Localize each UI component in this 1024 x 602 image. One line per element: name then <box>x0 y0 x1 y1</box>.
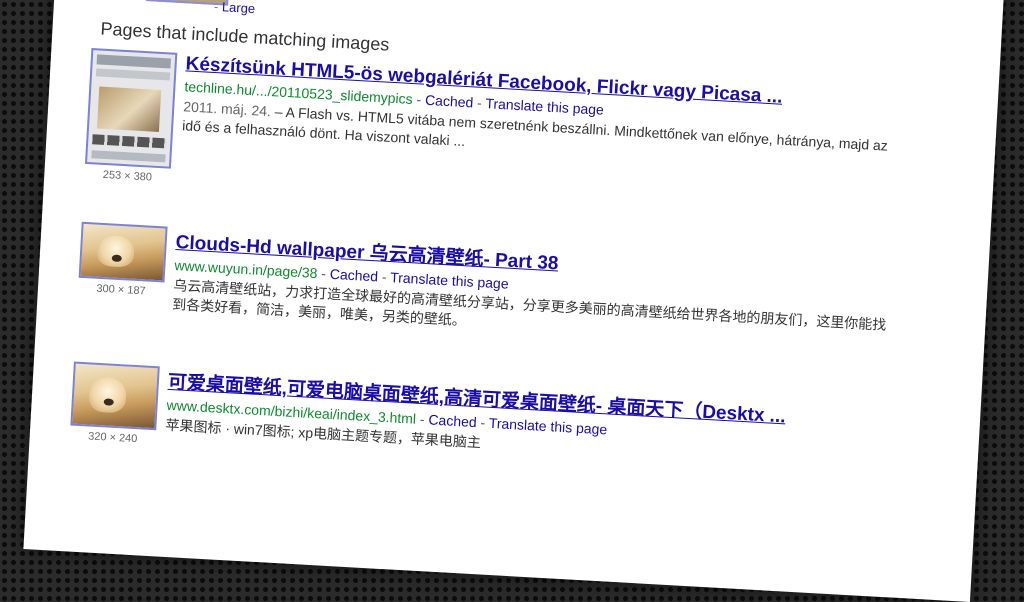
cached-link[interactable]: Cached <box>425 92 474 111</box>
result-thumbnail-box: 253 × 380 <box>84 48 178 185</box>
search-result: 300 × 187 Clouds-Hd wallpaper 乌云高清壁纸- Pa… <box>78 221 961 333</box>
cached-link[interactable]: Cached <box>428 411 477 430</box>
dog-photo-thumbnail[interactable] <box>70 361 160 431</box>
search-results-page: - Large Pages that include matching imag… <box>23 0 1005 602</box>
result-thumbnail-box: 300 × 187 <box>78 221 168 299</box>
previous-result-size-row: - Large <box>213 0 256 17</box>
image-dimensions: 253 × 380 <box>102 168 153 184</box>
result-thumbnail-box: 320 × 240 <box>69 361 160 447</box>
search-result: 320 × 240 可爱桌面壁纸,可爱电脑桌面壁纸,高清可爱桌面壁纸- 桌面天下… <box>70 361 953 450</box>
phone-screenshot-thumbnail[interactable] <box>84 48 178 169</box>
image-dimensions: 320 × 240 <box>87 430 138 446</box>
cached-link[interactable]: Cached <box>329 266 378 285</box>
result-body: 可爱桌面壁纸,可爱电脑桌面壁纸,高清可爱桌面壁纸- 桌面天下（Desktx ..… <box>165 367 888 475</box>
result-body: Készítsünk HTML5-ös webgalériát Facebook… <box>182 53 905 175</box>
large-size-link[interactable]: Large <box>222 0 256 16</box>
result-body: Clouds-Hd wallpaper 乌云高清壁纸- Part 38 www.… <box>172 227 896 354</box>
search-result: 253 × 380 Készítsünk HTML5-ös webgalériá… <box>84 48 970 184</box>
result-date: 2011. máj. 24. <box>182 98 272 120</box>
dog-photo-thumbnail[interactable] <box>78 221 168 283</box>
image-dimensions: 300 × 187 <box>96 282 146 298</box>
